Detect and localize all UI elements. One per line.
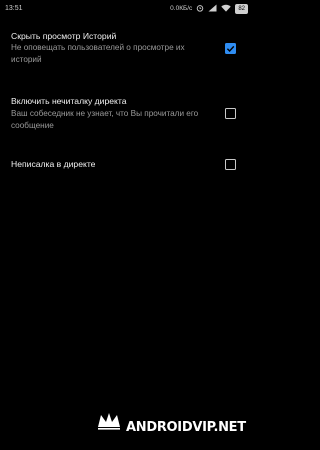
battery-icon: 82 [235, 3, 248, 14]
crown-logo-icon [96, 412, 122, 435]
status-time: 13:51 [5, 5, 23, 12]
hide-stories-view-checkbox[interactable] [225, 43, 236, 54]
watermark-text: ANDROIDVIP.NET [126, 420, 246, 435]
wifi-icon [221, 4, 232, 14]
setting-title: Скрыть просмотр Историй [11, 31, 117, 41]
status-icons: 0.0КБ/с 82 [170, 3, 248, 14]
setting-title: Неписалка в директе [11, 159, 96, 169]
signal-icon [208, 4, 217, 14]
setting-summary: Не оповещать пользователей о просмотре и… [11, 43, 185, 64]
setting-title: Включить нечиталку директа [11, 96, 127, 106]
alarm-icon [196, 4, 204, 14]
setting-summary: Ваш собеседник не узнает, что Вы прочита… [11, 109, 199, 130]
watermark: ANDROIDVIP.NET [96, 412, 246, 435]
setting-direct-no-typing[interactable]: Неписалка в директе [0, 150, 254, 180]
network-speed: 0.0КБ/с [170, 5, 193, 12]
checkmark-icon [226, 45, 235, 53]
direct-no-typing-checkbox[interactable] [225, 159, 236, 170]
setting-hide-stories-view[interactable]: Скрыть просмотр Историй Не оповещать пол… [0, 26, 254, 84]
direct-unread-checkbox[interactable] [225, 108, 236, 119]
setting-direct-unread[interactable]: Включить нечиталку директа Ваш собеседни… [0, 92, 254, 150]
status-bar: 13:51 0.0КБ/с 82 [0, 0, 254, 18]
